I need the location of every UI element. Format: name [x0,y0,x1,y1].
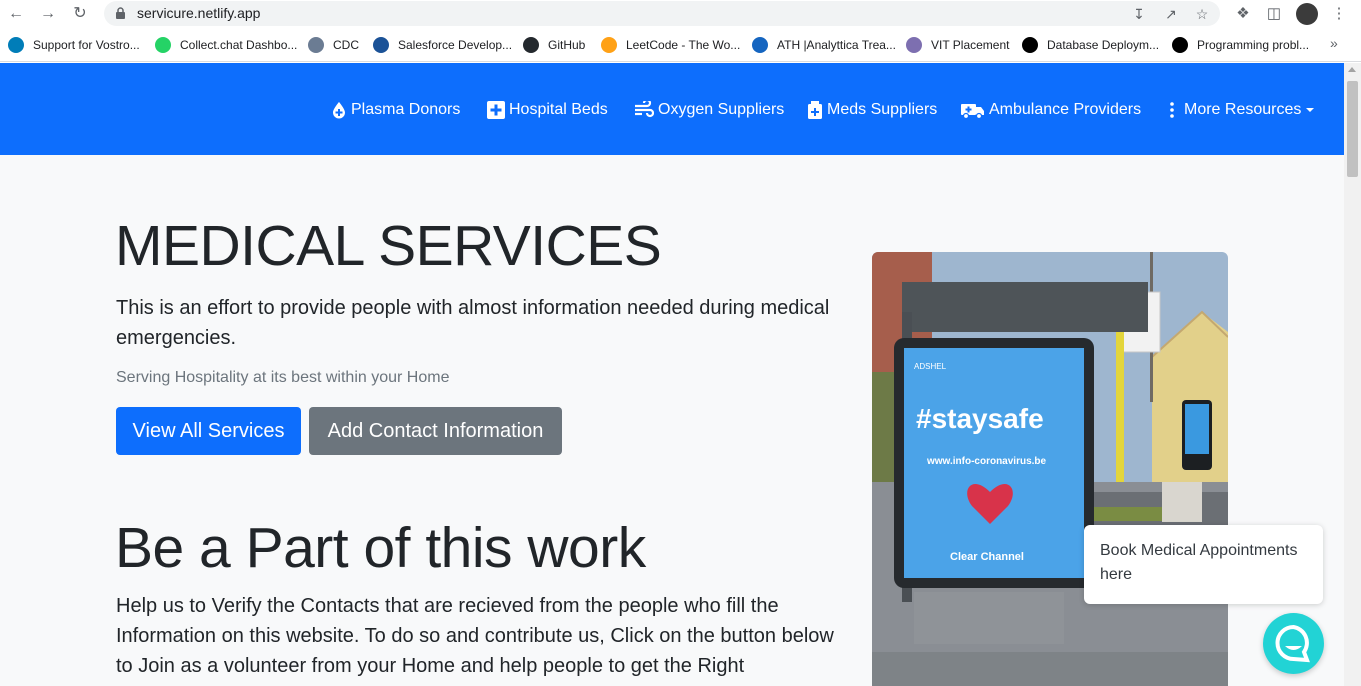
address-bar[interactable]: servicure.netlify.app ↧ ↗ ☆ [104,1,1220,26]
nav-label: Meds Suppliers [827,101,938,118]
bookmark-item[interactable]: Support for Vostro... [8,37,140,53]
bookmark-favicon-icon [373,37,389,53]
bookmark-star-icon[interactable]: ☆ [1193,5,1211,23]
browser-menu-icon[interactable]: ⋮ [1329,4,1349,24]
bookmark-favicon-icon [523,37,539,53]
bookmark-item[interactable]: GitHub [523,37,585,53]
bookmark-favicon-icon [1172,37,1188,53]
scroll-thumb[interactable] [1347,81,1358,177]
bus-stop-illustration: ADSHEL #staysafe www.info-coronavirus.be… [872,252,1228,686]
section-title: Be a Part of this work [115,516,646,580]
bookmark-label: ATH |Analyttica Trea... [777,38,896,52]
bookmark-item[interactable]: LeetCode - The Wo... [601,37,740,53]
bookmark-label: GitHub [548,38,586,52]
nav-label: Ambulance Providers [989,101,1142,118]
bookmark-item[interactable]: Database Deploym... [1022,37,1159,53]
bookmark-favicon-icon [308,37,324,53]
more-bookmarks-icon[interactable]: » [1330,35,1338,51]
chat-launcher-button[interactable] [1263,613,1324,674]
nav-label: Plasma Donors [351,101,461,118]
medkit-icon [808,101,822,119]
chevron-down-icon [1306,108,1315,112]
bookmark-item[interactable]: Collect.chat Dashbo... [155,37,297,53]
chat-prompt-bubble[interactable]: Book Medical Appointments here [1084,525,1323,604]
install-icon[interactable]: ↧ [1130,5,1148,23]
add-contact-information-button[interactable]: Add Contact Information [309,407,562,455]
bookmark-item[interactable]: VIT Placement [906,37,1009,53]
bookmark-label: Database Deploym... [1047,38,1160,52]
nav-plasma-donors[interactable]: Plasma Donors [331,99,460,121]
bookmark-item[interactable]: Salesforce Develop... [373,37,512,53]
hero-lead: This is an effort to provide people with… [116,297,830,349]
page-scrollbar[interactable] [1344,63,1361,686]
bookmark-item[interactable]: ATH |Analyttica Trea... [752,37,896,53]
bookmarks-bar: Support for Vostro... Collect.chat Dashb… [0,28,1361,62]
svg-text:ADSHEL: ADSHEL [914,362,947,371]
page-viewport: Plasma Donors Hospital Beds Oxygen Suppl… [0,63,1344,686]
reload-icon[interactable]: ↻ [70,4,90,24]
nav-label: Oxygen Suppliers [658,101,785,118]
nav-label: Hospital Beds [509,101,608,118]
bookmark-favicon-icon [8,37,24,53]
scroll-up-arrow-icon[interactable] [1348,67,1356,72]
bookmark-favicon-icon [752,37,768,53]
bookmark-favicon-icon [1022,37,1038,53]
profile-avatar[interactable] [1296,3,1318,25]
bookmark-label: Programming probl... [1197,38,1310,52]
forward-arrow-icon[interactable]: → [38,4,58,24]
browser-toolbar: ← → ↻ servicure.netlify.app ↧ ↗ ☆ ❖ ◫ ⋮ [0,0,1361,28]
bookmark-item[interactable]: CDC [308,37,359,53]
back-arrow-icon[interactable]: ← [6,4,26,24]
extensions-icon[interactable]: ❖ [1233,4,1253,24]
hero-image: ADSHEL #staysafe www.info-coronavirus.be… [872,252,1228,686]
nav-label: More Resources [1184,101,1302,118]
chat-bubble-icon [1275,624,1310,663]
bookmark-favicon-icon [906,37,922,53]
view-all-services-button[interactable]: View All Services [116,407,301,455]
nav-more-resources-dropdown[interactable]: More Resources [1166,99,1315,121]
url-text: servicure.netlify.app [137,5,261,21]
vertical-dots-icon [1170,102,1174,118]
blood-drop-icon [333,102,345,119]
site-navbar: Plasma Donors Hospital Beds Oxygen Suppl… [0,63,1344,155]
bookmark-label: Support for Vostro... [33,38,140,52]
wind-icon [635,101,654,118]
bookmark-label: CDC [333,38,359,52]
bookmark-label: LeetCode - The Wo... [626,38,741,52]
bookmark-favicon-icon [155,37,171,53]
bookmark-item[interactable]: Programming probl... [1172,37,1309,53]
bookmark-favicon-icon [601,37,617,53]
bookmark-label: Salesforce Develop... [398,38,513,52]
hero-tagline: Serving Hospitality at its best within y… [116,369,450,386]
chat-prompt-text: Book Medical Appointments here [1100,542,1298,583]
plus-square-icon [487,101,505,119]
poster-subtext: www.info-coronavirus.be [926,456,1047,467]
side-panel-icon[interactable]: ◫ [1264,4,1284,24]
bookmark-label: Collect.chat Dashbo... [180,38,298,52]
section-paragraph: Help us to Verify the Contacts that are … [116,595,834,677]
nav-ambulance-providers[interactable]: Ambulance Providers [961,99,1141,121]
page-title: MEDICAL SERVICES [115,214,662,278]
nav-meds-suppliers[interactable]: Meds Suppliers [807,99,937,121]
ambulance-icon [961,104,984,119]
share-icon[interactable]: ↗ [1162,5,1180,23]
poster-text: #staysafe [916,403,1044,434]
poster-brand: Clear Channel [950,551,1024,563]
lock-icon [116,7,125,19]
bookmark-label: VIT Placement [931,38,1010,52]
nav-oxygen-suppliers[interactable]: Oxygen Suppliers [634,99,784,121]
nav-hospital-beds[interactable]: Hospital Beds [487,99,608,121]
